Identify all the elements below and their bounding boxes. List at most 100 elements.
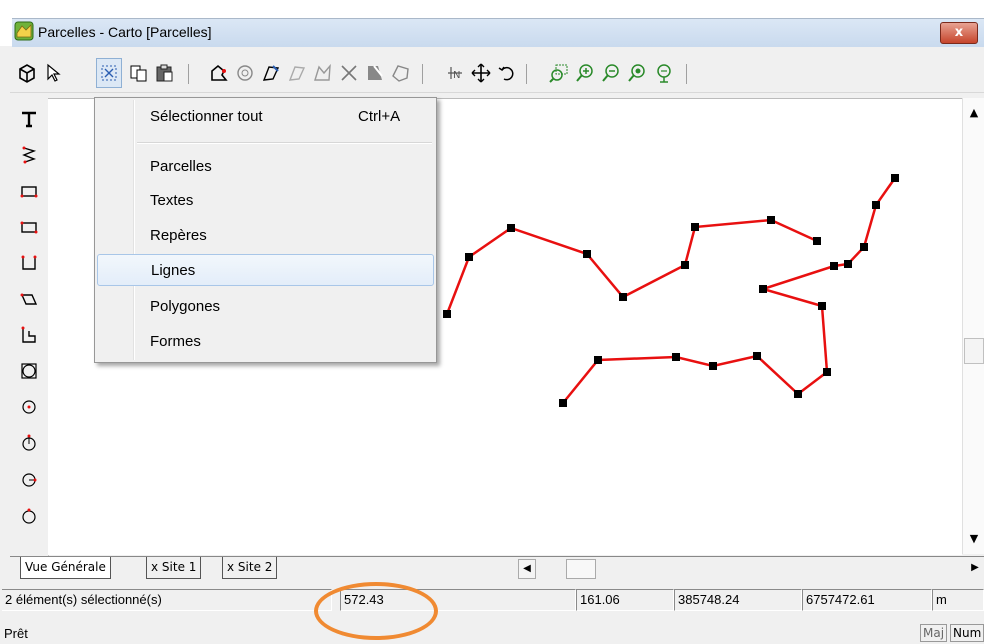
arc2-tool-icon[interactable] — [16, 464, 42, 494]
menu-item-select-all[interactable]: Sélectionner tout Ctrl+A — [97, 101, 434, 133]
window-title: Parcelles - Carto [Parcelles] — [38, 24, 212, 40]
vertical-scrollbar[interactable]: ▲ ▼ — [962, 98, 984, 554]
edit-icon[interactable] — [284, 58, 310, 88]
line-vertex[interactable] — [443, 310, 451, 318]
polyline-tool-icon[interactable] — [16, 140, 42, 170]
rotate-icon[interactable] — [494, 58, 520, 88]
circle-center-tool-icon[interactable] — [16, 392, 42, 422]
scroll-left-icon[interactable]: ◀ — [518, 559, 536, 579]
tab-site-1[interactable]: x Site 1 — [146, 557, 202, 579]
zoom-fit-icon[interactable] — [624, 58, 650, 88]
menu-item-label: Polygones — [150, 298, 221, 315]
square-circle-tool-icon[interactable] — [16, 356, 42, 386]
horizontal-scrollbar[interactable]: ◀ ▶ — [518, 559, 984, 579]
rectangle2-tool-icon[interactable] — [16, 212, 42, 242]
selection-dropdown-menu: Sélectionner tout Ctrl+A Parcelles Texte… — [94, 97, 437, 363]
status-selection: 2 élément(s) sélectionné(s) — [2, 589, 332, 611]
tab-site-2[interactable]: x Site 2 — [222, 557, 278, 579]
line-vertex[interactable] — [681, 261, 689, 269]
toolbar-separator — [422, 64, 423, 84]
scroll-right-icon[interactable]: ▶ — [966, 559, 984, 579]
menu-item-parcelles[interactable]: Parcelles — [97, 151, 434, 183]
status-bar: 2 élément(s) sélectionné(s) 572.43 161.0… — [2, 586, 984, 614]
arc3-tool-icon[interactable] — [16, 500, 42, 530]
draw-icon[interactable] — [258, 58, 284, 88]
parallelogram-tool-icon[interactable] — [16, 284, 42, 314]
line-vertex[interactable] — [823, 368, 831, 376]
map-line-2[interactable] — [562, 177, 897, 404]
rectangle-tool-icon[interactable] — [16, 176, 42, 206]
pointer-icon[interactable] — [40, 58, 66, 88]
line-vertex[interactable] — [583, 250, 591, 258]
line-vertex[interactable] — [767, 216, 775, 224]
view-tabs: Vue Générale x Site 1 x Site 2 ◀ ▶ — [10, 556, 984, 583]
num-indicator: Num — [950, 624, 984, 642]
svg-text:N: N — [453, 70, 460, 81]
line-vertex[interactable] — [830, 262, 838, 270]
line-vertex[interactable] — [619, 293, 627, 301]
line-vertex[interactable] — [691, 223, 699, 231]
scroll-up-icon[interactable]: ▲ — [967, 106, 981, 120]
line-vertex[interactable] — [872, 201, 880, 209]
line-vertex[interactable] — [759, 285, 767, 293]
line-vertex[interactable] — [559, 399, 567, 407]
line-vertex[interactable] — [672, 353, 680, 361]
parcel-icon[interactable] — [206, 58, 232, 88]
line-vertex[interactable] — [465, 253, 473, 261]
toolbar-separator — [526, 64, 527, 84]
move-icon[interactable] — [468, 58, 494, 88]
line-vertex[interactable] — [844, 260, 852, 268]
text-tool-icon[interactable] — [16, 104, 42, 134]
menu-item-shortcut: Ctrl+A — [358, 108, 401, 125]
copy-icon[interactable] — [126, 58, 152, 88]
menu-item-lignes[interactable]: Lignes — [97, 254, 434, 286]
menu-item-textes[interactable]: Textes — [97, 185, 434, 217]
tab-vue-generale[interactable]: Vue Générale — [20, 557, 111, 579]
circle-icon[interactable] — [232, 58, 258, 88]
toolbar-separator — [686, 64, 687, 84]
status-length: 572.43 — [340, 589, 576, 611]
line-vertex[interactable] — [709, 362, 717, 370]
cut-icon[interactable] — [362, 58, 388, 88]
scroll-down-icon[interactable]: ▼ — [967, 532, 981, 546]
line-vertex[interactable] — [818, 302, 826, 310]
3d-cube-icon[interactable] — [14, 58, 40, 88]
menu-item-label: Sélectionner tout — [150, 108, 263, 125]
zoom-prev-icon[interactable] — [650, 58, 676, 88]
line-vertex[interactable] — [860, 243, 868, 251]
select-icon[interactable] — [96, 58, 122, 88]
polygon-icon[interactable] — [310, 58, 336, 88]
menu-item-reperes[interactable]: Repères — [97, 220, 434, 252]
zoom-window-icon[interactable] — [546, 58, 572, 88]
status-x-coordinate: 385748.24 — [674, 589, 802, 611]
left-toolbar — [10, 100, 49, 556]
line-vertex[interactable] — [813, 237, 821, 245]
menu-item-polygones[interactable]: Polygones — [97, 291, 434, 323]
line-vertex[interactable] — [507, 224, 515, 232]
line-vertex[interactable] — [753, 352, 761, 360]
status-y-coordinate: 6757472.61 — [802, 589, 932, 611]
bottom-status: Prêt Maj Num — [0, 620, 984, 644]
line-vertex[interactable] — [594, 356, 602, 364]
line-vertex[interactable] — [794, 390, 802, 398]
menu-item-label: Repères — [150, 227, 207, 244]
horizontal-scroll-thumb[interactable] — [566, 559, 596, 579]
status-unit: m — [932, 589, 984, 611]
menu-item-label: Formes — [150, 333, 201, 350]
stair-tool-icon[interactable] — [16, 320, 42, 350]
map-line-1[interactable] — [445, 218, 818, 315]
scissors-icon[interactable] — [336, 58, 362, 88]
close-button[interactable]: x — [940, 22, 978, 44]
zoom-in-icon[interactable] — [572, 58, 598, 88]
shape-icon[interactable] — [388, 58, 414, 88]
paste-icon[interactable] — [152, 58, 178, 88]
line-vertex[interactable] — [891, 174, 899, 182]
vertical-scroll-thumb[interactable] — [964, 338, 984, 364]
north-icon[interactable]: N — [442, 58, 468, 88]
ready-text: Prêt — [4, 626, 28, 641]
menu-item-formes[interactable]: Formes — [97, 326, 434, 358]
app-map-icon — [14, 21, 34, 41]
frame-tool-icon[interactable] — [16, 248, 42, 278]
arc-tool-icon[interactable] — [16, 428, 42, 458]
zoom-out-icon[interactable] — [598, 58, 624, 88]
